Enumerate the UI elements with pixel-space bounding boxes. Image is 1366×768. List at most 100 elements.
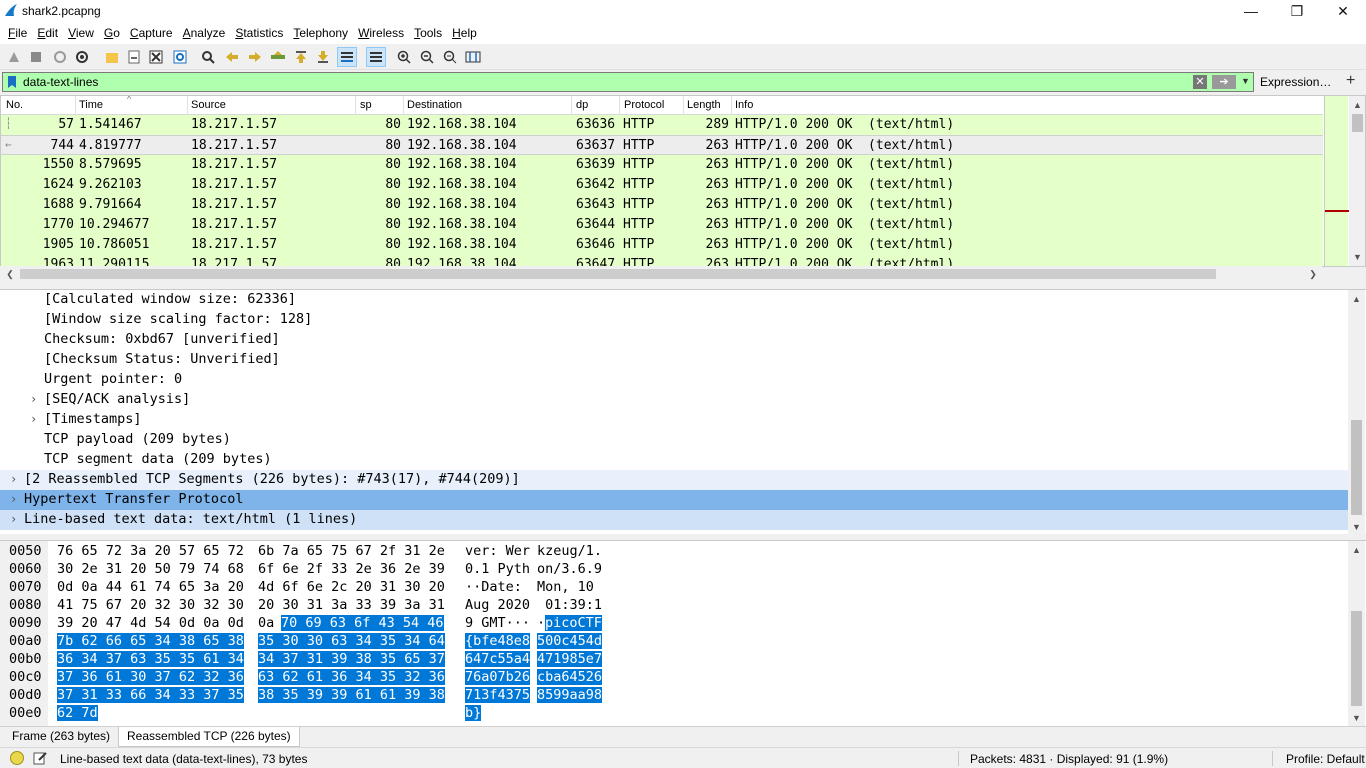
scroll-up-icon[interactable]: ▲ xyxy=(1349,96,1365,113)
hscroll-thumb[interactable] xyxy=(20,269,1216,279)
expand-chevron-icon[interactable]: › xyxy=(10,512,17,526)
menu-wireless[interactable]: Wireless xyxy=(354,26,410,40)
byte-row[interactable]: 0090 39 20 47 4d 54 0d 0a 0d 0a 70 69 63 6… xyxy=(0,614,1348,632)
detail-row[interactable]: TCP payload (209 bytes) xyxy=(0,430,1348,450)
packet-row[interactable]: 1688 9.791664 18.217.1.57 80 192.168.38.104 6… xyxy=(1,195,1323,215)
col-no[interactable]: No. xyxy=(6,99,23,111)
byte-row[interactable]: 0070 0d 0a 44 61 74 65 3a 20 4d 6f 6e 2c 2… xyxy=(0,578,1348,596)
detail-row[interactable]: TCP segment data (209 bytes) xyxy=(0,450,1348,470)
menu-help[interactable]: Help xyxy=(448,26,483,40)
packet-minimap[interactable] xyxy=(1324,96,1349,266)
menu-file[interactable]: File xyxy=(4,26,33,40)
detail-row[interactable]: Urgent pointer: 0 xyxy=(0,370,1348,390)
reload-file-icon[interactable] xyxy=(170,47,190,67)
detail-row[interactable]: [Checksum Status: Unverified] xyxy=(0,350,1348,370)
edit-comment-icon[interactable] xyxy=(33,751,47,765)
col-time[interactable]: Time xyxy=(79,99,103,111)
col-info[interactable]: Info xyxy=(735,99,753,111)
byte-row[interactable]: 00d0 37 31 33 66 34 33 37 35 38 35 39 39 6… xyxy=(0,686,1348,704)
close-file-icon[interactable] xyxy=(146,47,166,67)
menu-telephony[interactable]: Telephony xyxy=(289,26,354,40)
scroll-left-icon[interactable]: ❮ xyxy=(2,266,18,282)
packet-list-vscroll[interactable]: ▲ ▼ xyxy=(1349,96,1365,266)
menu-go[interactable]: Go xyxy=(100,26,126,40)
stop-capture-icon[interactable] xyxy=(26,47,46,67)
expand-chevron-icon[interactable]: › xyxy=(30,412,37,426)
profile-label[interactable]: Profile: Default xyxy=(1286,752,1365,766)
scroll-down-icon[interactable]: ▼ xyxy=(1348,518,1365,535)
detail-row[interactable]: › Line-based text data: text/html (1 line… xyxy=(0,510,1348,530)
scroll-down-icon[interactable]: ▼ xyxy=(1348,709,1365,726)
packet-list-hscroll[interactable]: ❮ ❯ xyxy=(0,266,1322,282)
expand-chevron-icon[interactable]: › xyxy=(30,392,37,406)
detail-row[interactable]: [Window size scaling factor: 128] xyxy=(0,310,1348,330)
col-length[interactable]: Length xyxy=(687,99,721,111)
display-filter-input[interactable]: data-text-lines ✕ ➔ ▼ xyxy=(2,72,1254,92)
col-destination[interactable]: Destination xyxy=(407,99,462,111)
byte-row[interactable]: 00e0 62 7d b} xyxy=(0,704,1348,722)
menu-tools[interactable]: Tools xyxy=(410,26,448,40)
add-filter-button[interactable]: + xyxy=(1346,72,1355,90)
go-back-icon[interactable] xyxy=(222,47,242,67)
scroll-thumb[interactable] xyxy=(1352,114,1363,132)
go-last-icon[interactable] xyxy=(313,47,333,67)
open-file-icon[interactable] xyxy=(102,47,122,67)
details-vscroll[interactable]: ▲ ▼ xyxy=(1348,290,1365,535)
save-file-icon[interactable] xyxy=(124,47,144,67)
go-first-icon[interactable] xyxy=(291,47,311,67)
packet-row[interactable]: ← 744 4.819777 18.217.1.57 80 192.168.38.104 6… xyxy=(1,135,1323,155)
bytes-vscroll[interactable]: ▲ ▼ xyxy=(1348,541,1365,727)
expand-chevron-icon[interactable]: › xyxy=(10,492,17,506)
col-sp[interactable]: sp xyxy=(360,99,372,111)
byte-row[interactable]: 00c0 37 36 61 30 37 62 32 36 63 62 61 36 3… xyxy=(0,668,1348,686)
scroll-right-icon[interactable]: ❯ xyxy=(1305,266,1321,282)
restart-capture-icon[interactable] xyxy=(50,47,70,67)
packet-row[interactable]: 1624 9.262103 18.217.1.57 80 192.168.38.104 6… xyxy=(1,175,1323,195)
scroll-up-icon[interactable]: ▲ xyxy=(1348,290,1365,307)
start-capture-icon[interactable] xyxy=(4,47,24,67)
scroll-down-icon[interactable]: ▼ xyxy=(1349,248,1365,265)
detail-row[interactable]: › Hypertext Transfer Protocol xyxy=(0,490,1348,510)
zoom-out-icon[interactable] xyxy=(417,47,437,67)
col-source[interactable]: Source xyxy=(191,99,226,111)
expression-button[interactable]: Expression… xyxy=(1260,75,1331,89)
detail-row[interactable]: Checksum: 0xbd67 [unverified] xyxy=(0,330,1348,350)
byte-row[interactable]: 00b0 36 34 37 63 35 35 61 34 34 37 31 39 3… xyxy=(0,650,1348,668)
detail-row[interactable]: › [Timestamps] xyxy=(0,410,1348,430)
expert-info-icon[interactable] xyxy=(10,751,24,765)
go-to-packet-icon[interactable] xyxy=(268,47,288,67)
menu-view[interactable]: View xyxy=(64,26,100,40)
close-button[interactable]: ✕ xyxy=(1320,0,1366,22)
col-protocol[interactable]: Protocol xyxy=(624,99,664,111)
filter-history-icon[interactable]: ▼ xyxy=(1241,76,1250,86)
detail-row[interactable]: › [SEQ/ACK analysis] xyxy=(0,390,1348,410)
go-forward-icon[interactable] xyxy=(245,47,265,67)
autoscroll-icon[interactable] xyxy=(337,47,357,67)
detail-row[interactable]: › [2 Reassembled TCP Segments (226 bytes)… xyxy=(0,470,1348,490)
expand-chevron-icon[interactable]: › xyxy=(10,472,17,486)
restore-button[interactable]: ❐ xyxy=(1274,0,1320,22)
apply-filter-icon[interactable]: ➔ xyxy=(1212,75,1236,89)
byte-row[interactable]: 0050 76 65 72 3a 20 57 65 72 6b 7a 65 75 6… xyxy=(0,542,1348,560)
menu-statistics[interactable]: Statistics xyxy=(231,26,289,40)
scroll-up-icon[interactable]: ▲ xyxy=(1348,541,1365,558)
zoom-in-icon[interactable] xyxy=(394,47,414,67)
scroll-thumb[interactable] xyxy=(1351,611,1362,706)
minimize-button[interactable]: — xyxy=(1228,0,1274,22)
bookmark-icon[interactable] xyxy=(6,75,18,89)
resize-columns-icon[interactable] xyxy=(463,47,483,67)
find-packet-icon[interactable] xyxy=(198,47,218,67)
scroll-thumb[interactable] xyxy=(1351,420,1362,515)
tab-reassembled-tcp[interactable]: Reassembled TCP (226 bytes) xyxy=(118,727,300,747)
byte-row[interactable]: 0080 41 75 67 20 32 30 32 30 20 30 31 3a 3… xyxy=(0,596,1348,614)
menu-edit[interactable]: Edit xyxy=(33,26,64,40)
col-dp[interactable]: dp xyxy=(576,99,588,111)
menu-capture[interactable]: Capture xyxy=(126,26,179,40)
colorize-icon[interactable] xyxy=(366,47,386,67)
detail-row[interactable]: [Calculated window size: 62336] xyxy=(0,290,1348,310)
packet-row[interactable]: ┆ 57 1.541467 18.217.1.57 80 192.168.38.104 63… xyxy=(1,115,1323,135)
menu-analyze[interactable]: Analyze xyxy=(179,26,232,40)
byte-row[interactable]: 0060 30 2e 31 20 50 79 74 68 6f 6e 2f 33 2… xyxy=(0,560,1348,578)
packet-row[interactable]: 1550 8.579695 18.217.1.57 80 192.168.38.104 6… xyxy=(1,155,1323,175)
clear-filter-icon[interactable]: ✕ xyxy=(1193,75,1207,89)
